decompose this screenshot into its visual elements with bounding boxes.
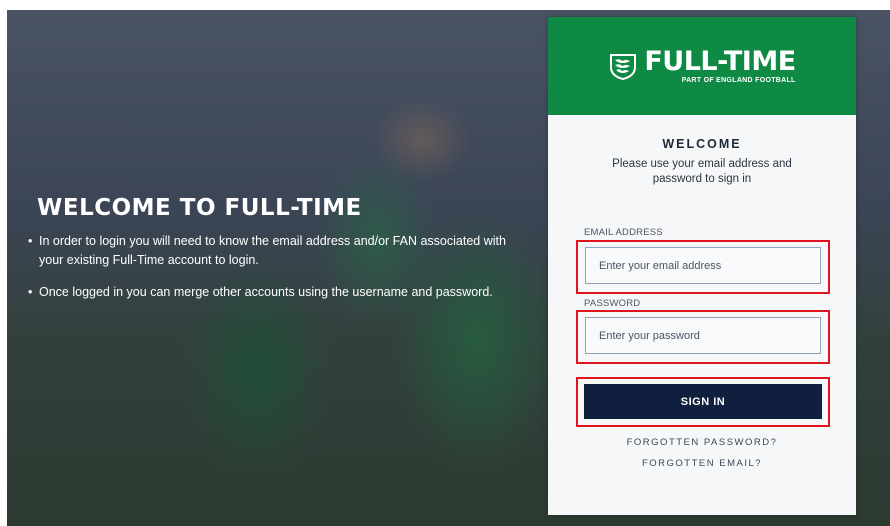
lions-crest-icon — [610, 54, 637, 81]
email-input[interactable] — [585, 247, 821, 284]
hero-title: WELCOME TO FULL-TIME — [37, 195, 362, 222]
brand-header: FULL-TIME PART OF ENGLAND FOOTBALL — [548, 17, 856, 115]
sign-in-button[interactable]: SIGN IN — [584, 384, 822, 419]
info-bullet-text: In order to login you will need to know … — [39, 234, 506, 267]
brand-tagline: PART OF ENGLAND FOOTBALL — [681, 77, 796, 84]
password-input[interactable] — [585, 317, 821, 354]
full-time-logo: FULL-TIME PART OF ENGLAND FOOTBALL — [608, 46, 796, 84]
login-panel: FULL-TIME PART OF ENGLAND FOOTBALL WELCO… — [548, 17, 856, 515]
bullet-dot: • — [28, 285, 33, 299]
welcome-instructions: Please use your email address and passwo… — [612, 158, 792, 185]
brand-name: FULL-TIME — [644, 46, 796, 77]
info-bullets: • In order to login you will need to kno… — [27, 232, 507, 315]
info-bullet-text: Once logged in you can merge other accou… — [39, 285, 493, 299]
info-bullet-login: • In order to login you will need to kno… — [27, 232, 507, 270]
email-label: EMAIL ADDRESS — [584, 227, 663, 238]
info-bullet-merge: • Once logged in you can merge other acc… — [27, 283, 507, 302]
welcome-heading: WELCOME — [662, 137, 742, 151]
password-label: PASSWORD — [584, 298, 641, 309]
bullet-dot: • — [28, 234, 33, 248]
forgot-email-link[interactable]: FORGOTTEN EMAIL? — [548, 458, 856, 469]
forgot-password-link[interactable]: FORGOTTEN PASSWORD? — [548, 437, 856, 448]
